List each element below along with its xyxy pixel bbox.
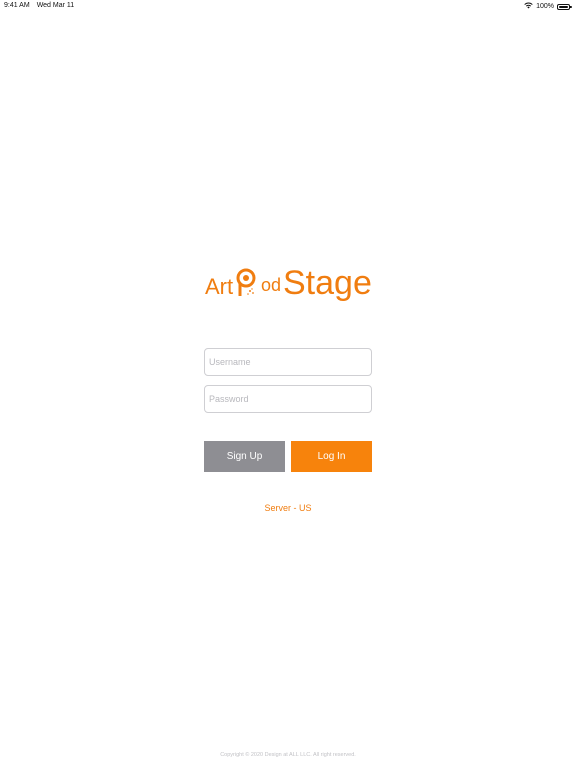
status-time: 9:41 AM bbox=[4, 2, 30, 9]
logo-text-od: od bbox=[261, 275, 282, 295]
log-in-button[interactable]: Log In bbox=[291, 441, 372, 472]
battery-percent: 100% bbox=[536, 3, 554, 10]
app-logo: Art od Stage bbox=[205, 262, 375, 304]
copyright-text: Copyright © 2020 Design at ALL LLC. All … bbox=[220, 752, 356, 758]
status-date: Wed Mar 11 bbox=[36, 2, 75, 9]
status-right: 100% bbox=[524, 2, 572, 11]
pod-logo-icon bbox=[236, 268, 256, 296]
password-input[interactable] bbox=[204, 385, 372, 413]
logo-text-stage: Stage bbox=[283, 264, 372, 302]
battery-icon bbox=[557, 3, 572, 10]
server-selector-link[interactable]: Server - US bbox=[0, 503, 576, 513]
status-bar: 9:41 AM Wed Mar 11 100% bbox=[0, 0, 576, 12]
status-left: 9:41 AM Wed Mar 11 bbox=[4, 2, 74, 9]
wifi-icon bbox=[524, 2, 533, 11]
username-input[interactable] bbox=[204, 348, 372, 376]
logo-text-art: Art bbox=[205, 274, 234, 299]
sign-up-button[interactable]: Sign Up bbox=[204, 441, 285, 472]
login-screen: 9:41 AM Wed Mar 11 100% Art od Stage Use… bbox=[0, 0, 576, 768]
